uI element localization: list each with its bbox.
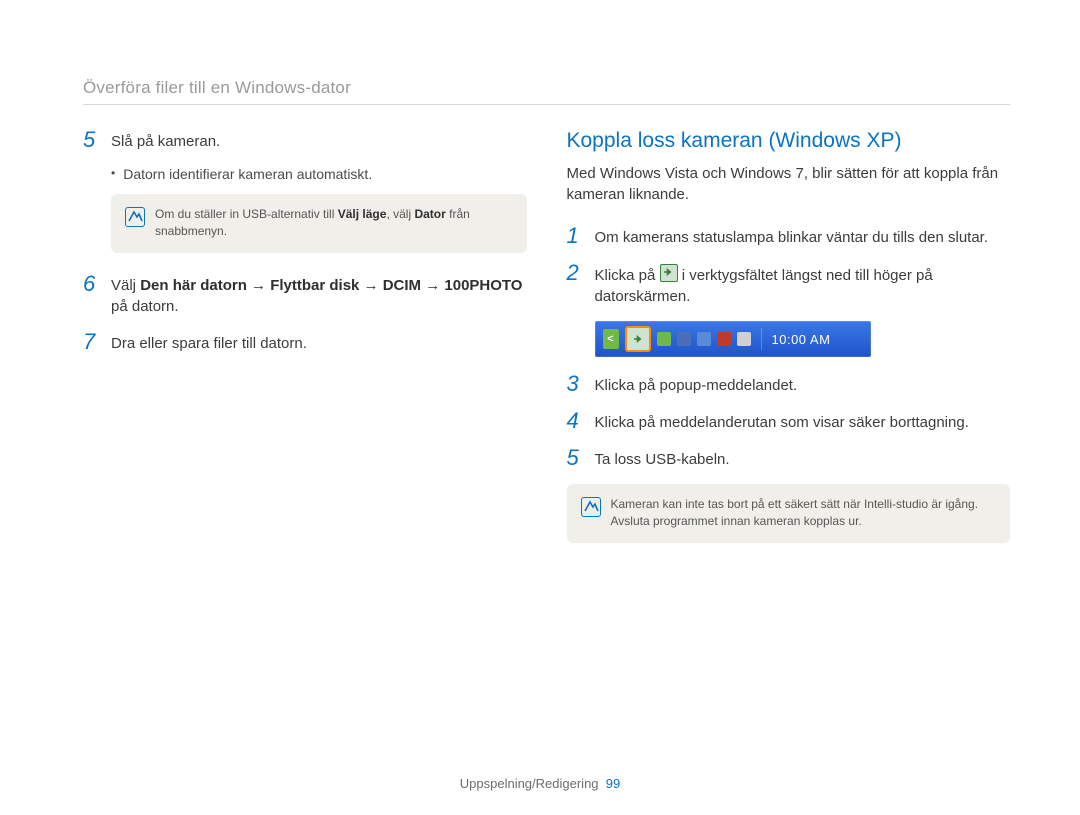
bullet-text: Datorn identifierar kameran automatiskt.	[123, 166, 372, 182]
tray-icon	[677, 332, 691, 346]
step-1: 1 Om kamerans statuslampa blinkar väntar…	[567, 225, 1011, 248]
divider	[83, 104, 1010, 105]
left-column: 5 Slå på kameran. • Datorn identifierar …	[83, 129, 527, 563]
step-text: Om kamerans statuslampa blinkar väntar d…	[595, 225, 1011, 248]
step-text: Klicka på popup-meddelandet.	[595, 373, 1011, 396]
step-7: 7 Dra eller spara filer till datorn.	[83, 331, 527, 354]
tray-separator	[761, 328, 762, 350]
columns: 5 Slå på kameran. • Datorn identifierar …	[83, 129, 1010, 563]
step-4: 4 Klicka på meddelanderutan som visar sä…	[567, 410, 1011, 433]
footer-label: Uppspelning/Redigering	[460, 776, 599, 791]
note-usb-option: Om du ställer in USB-alternativ till Väl…	[111, 194, 527, 253]
note-icon	[581, 497, 601, 517]
note-icon	[125, 207, 145, 227]
step-text: Klicka på meddelanderutan som visar säke…	[595, 410, 1011, 433]
section-heading: Koppla loss kameran (Windows XP)	[567, 129, 1011, 153]
footer-page-number: 99	[606, 776, 620, 791]
step-number: 3	[567, 373, 583, 396]
step-text: Dra eller spara filer till datorn.	[111, 331, 527, 354]
note-text: Kameran kan inte tas bort på ett säkert …	[611, 496, 997, 531]
step-number: 6	[83, 273, 99, 317]
note-intellistudio: Kameran kan inte tas bort på ett säkert …	[567, 484, 1011, 543]
step-number: 1	[567, 225, 583, 248]
step-text: Slå på kameran.	[111, 129, 527, 152]
taskbar-tray-illustration: < 10:00 AM	[595, 321, 871, 357]
section-intro: Med Windows Vista och Windows 7, blir sä…	[567, 163, 1011, 205]
tray-icon	[717, 332, 731, 346]
page: Överföra filer till en Windows-dator 5 S…	[0, 0, 1080, 815]
tray-icon	[697, 332, 711, 346]
tray-expand-icon: <	[603, 329, 619, 349]
tray-icon	[657, 332, 671, 346]
step-number: 2	[567, 262, 583, 307]
step-number: 5	[567, 447, 583, 470]
note-text: Om du ställer in USB-alternativ till Väl…	[155, 206, 513, 241]
step-2: 2 Klicka på i verktygsfältet längst ned …	[567, 262, 1011, 307]
step-5: 5 Slå på kameran.	[83, 129, 527, 152]
safely-remove-hardware-icon	[631, 332, 645, 346]
tray-icon	[737, 332, 751, 346]
step-text: Klicka på i verktygsfältet längst ned ti…	[595, 262, 1011, 307]
right-column: Koppla loss kameran (Windows XP) Med Win…	[567, 129, 1011, 563]
tray-clock: 10:00 AM	[772, 332, 831, 347]
step-number: 5	[83, 129, 99, 152]
step-number: 7	[83, 331, 99, 354]
bullet-dot: •	[111, 166, 115, 182]
safely-remove-hardware-icon	[660, 264, 678, 282]
page-header: Överföra filer till en Windows-dator	[83, 78, 1010, 98]
step-6: 6 Välj Den här datorn → Flyttbar disk → …	[83, 273, 527, 317]
step-5-bullet: • Datorn identifierar kameran automatisk…	[111, 166, 527, 182]
tray-highlighted-icon	[625, 326, 651, 352]
step-text: Välj Den här datorn → Flyttbar disk → DC…	[111, 273, 527, 317]
step-3: 3 Klicka på popup-meddelandet.	[567, 373, 1011, 396]
step-text: Ta loss USB-kabeln.	[595, 447, 1011, 470]
page-footer: Uppspelning/Redigering 99	[0, 776, 1080, 791]
step-5b: 5 Ta loss USB-kabeln.	[567, 447, 1011, 470]
step-number: 4	[567, 410, 583, 433]
